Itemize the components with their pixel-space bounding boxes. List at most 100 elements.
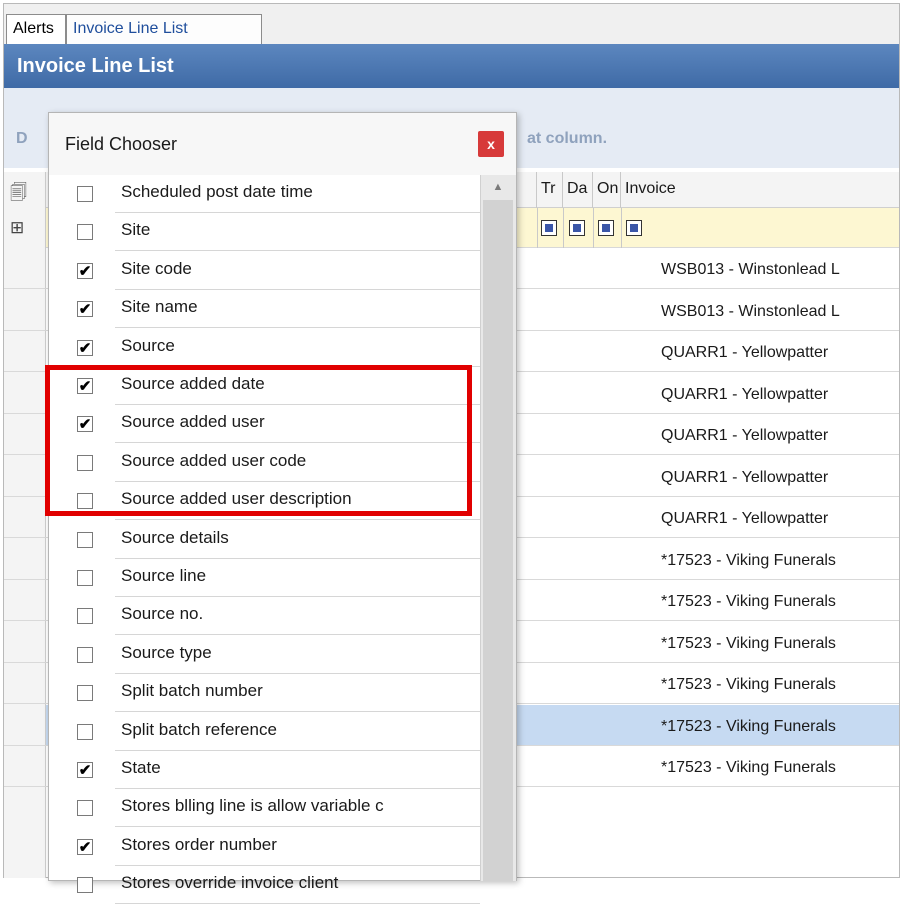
row-header-column	[4, 172, 46, 878]
invoice-cell[interactable]: QUARR1 - Yellowpatter	[661, 510, 828, 528]
field-label: Stores override invoice client	[121, 873, 339, 892]
field-label: Stores order number	[121, 835, 277, 854]
invoice-cell[interactable]: QUARR1 - Yellowpatter	[661, 427, 828, 445]
invoice-cell[interactable]: WSB013 - Winstonlead L	[661, 303, 840, 321]
field-checkbox[interactable]: ✔	[77, 263, 93, 279]
field-checkbox[interactable]	[77, 186, 93, 202]
field-label: Site	[121, 220, 151, 239]
filter-divider	[593, 208, 594, 248]
field-chooser-item[interactable]: Split batch number	[49, 674, 480, 712]
filter-divider	[563, 208, 564, 248]
field-checkbox[interactable]	[77, 685, 93, 701]
filter-divider	[537, 208, 538, 248]
field-label: Source no.	[121, 604, 204, 623]
filter-divider	[621, 208, 622, 248]
invoice-cell[interactable]: QUARR1 - Yellowpatter	[661, 344, 828, 362]
row-header-divider	[4, 745, 46, 746]
row-header-divider	[4, 620, 46, 621]
close-icon[interactable]: x	[478, 131, 504, 157]
field-label: Source line	[121, 566, 207, 585]
tab-invoice-line-list[interactable]: Invoice Line List	[66, 14, 262, 44]
field-checkbox[interactable]	[77, 724, 93, 740]
field-chooser-item[interactable]: Stores override invoice client	[49, 866, 480, 904]
group-hint-text: at column.	[527, 130, 608, 147]
field-checkbox[interactable]	[77, 800, 93, 816]
invoice-cell[interactable]: WSB013 - Winstonlead L	[661, 261, 840, 279]
field-chooser-item[interactable]: ✔ Stores order number	[49, 828, 480, 866]
field-checkbox[interactable]	[77, 570, 93, 586]
field-separator	[115, 634, 480, 635]
field-chooser-item[interactable]: ✔ State	[49, 751, 480, 789]
field-chooser-item[interactable]: Scheduled post date time	[49, 175, 480, 213]
column-header-partial[interactable]	[517, 172, 537, 208]
invoice-cell[interactable]: *17523 - Viking Funerals	[661, 676, 836, 694]
filter-checkbox-da[interactable]	[569, 220, 585, 236]
field-checkbox[interactable]: ✔	[77, 340, 93, 356]
field-label: Stores blling line is allow variable c	[121, 796, 384, 815]
tab-alerts[interactable]: Alerts	[6, 14, 66, 44]
column-header-da[interactable]: Da	[563, 172, 593, 208]
group-hint-text-left: D	[16, 130, 28, 147]
field-chooser-item[interactable]: ✔ Site name	[49, 290, 480, 328]
field-label: Site code	[121, 259, 192, 278]
invoice-cell[interactable]: *17523 - Viking Funerals	[661, 759, 836, 777]
highlight-annotation	[45, 365, 472, 516]
field-label: State	[121, 758, 161, 777]
invoice-cell[interactable]: *17523 - Viking Funerals	[661, 718, 836, 736]
field-separator	[115, 711, 480, 712]
field-chooser-item[interactable]: ✔ Source	[49, 329, 480, 367]
field-checkbox[interactable]	[77, 608, 93, 624]
field-checkbox[interactable]: ✔	[77, 762, 93, 778]
field-chooser-item[interactable]: Source line	[49, 559, 480, 597]
invoice-cell[interactable]: *17523 - Viking Funerals	[661, 552, 836, 570]
scrollbar-thumb[interactable]	[483, 200, 513, 881]
field-label: Site name	[121, 297, 198, 316]
filter-checkbox-invoice[interactable]	[626, 220, 642, 236]
row-header-divider	[4, 703, 46, 704]
invoice-cell[interactable]: *17523 - Viking Funerals	[661, 593, 836, 611]
field-chooser-item[interactable]: Stores blling line is allow variable c	[49, 789, 480, 827]
invoice-cell[interactable]: QUARR1 - Yellowpatter	[661, 469, 828, 487]
field-checkbox[interactable]	[77, 224, 93, 240]
row-header-divider	[4, 496, 46, 497]
field-checkbox[interactable]: ✔	[77, 301, 93, 317]
field-separator	[115, 327, 480, 328]
column-header-on[interactable]: On	[593, 172, 621, 208]
field-chooser-item[interactable]: Source no.	[49, 597, 480, 635]
field-separator	[115, 826, 480, 827]
invoice-cell[interactable]: *17523 - Viking Funerals	[661, 635, 836, 653]
invoice-cell[interactable]: QUARR1 - Yellowpatter	[661, 386, 828, 404]
panel-title: Invoice Line List	[4, 44, 899, 88]
field-chooser-item[interactable]: Source type	[49, 636, 480, 674]
column-header-tr[interactable]: Tr	[537, 172, 563, 208]
scroll-up-arrow-icon[interactable]: ▲	[480, 175, 516, 199]
filter-clear-icon[interactable]: ⊞	[10, 218, 24, 238]
field-label: Source type	[121, 643, 212, 662]
field-separator	[115, 250, 480, 251]
field-chooser-title: Field Chooser	[49, 113, 516, 175]
column-header-invoice[interactable]: Invoice	[621, 172, 899, 208]
row-header-divider	[4, 579, 46, 580]
field-chooser-item[interactable]: ✔ Site code	[49, 252, 480, 290]
row-header-divider	[4, 330, 46, 331]
row-header-divider	[4, 662, 46, 663]
field-chooser-item[interactable]: Source details	[49, 521, 480, 559]
field-checkbox[interactable]: ✔	[77, 839, 93, 855]
field-chooser-item[interactable]: Split batch reference	[49, 713, 480, 751]
field-label: Split batch number	[121, 681, 263, 700]
field-checkbox[interactable]	[77, 532, 93, 548]
field-checkbox[interactable]	[77, 877, 93, 893]
row-header-divider	[4, 413, 46, 414]
field-label: Source	[121, 336, 175, 355]
row-header-divider	[4, 288, 46, 289]
filter-checkbox-on[interactable]	[598, 220, 614, 236]
field-checkbox[interactable]	[77, 647, 93, 663]
field-label: Source details	[121, 528, 229, 547]
field-separator	[115, 519, 480, 520]
row-header-divider	[4, 371, 46, 372]
column-chooser-icon[interactable]: 🗐	[10, 180, 27, 209]
row-header-divider	[4, 454, 46, 455]
row-header-divider	[4, 786, 46, 787]
field-chooser-item[interactable]: Site	[49, 213, 480, 251]
filter-checkbox-tr[interactable]	[541, 220, 557, 236]
